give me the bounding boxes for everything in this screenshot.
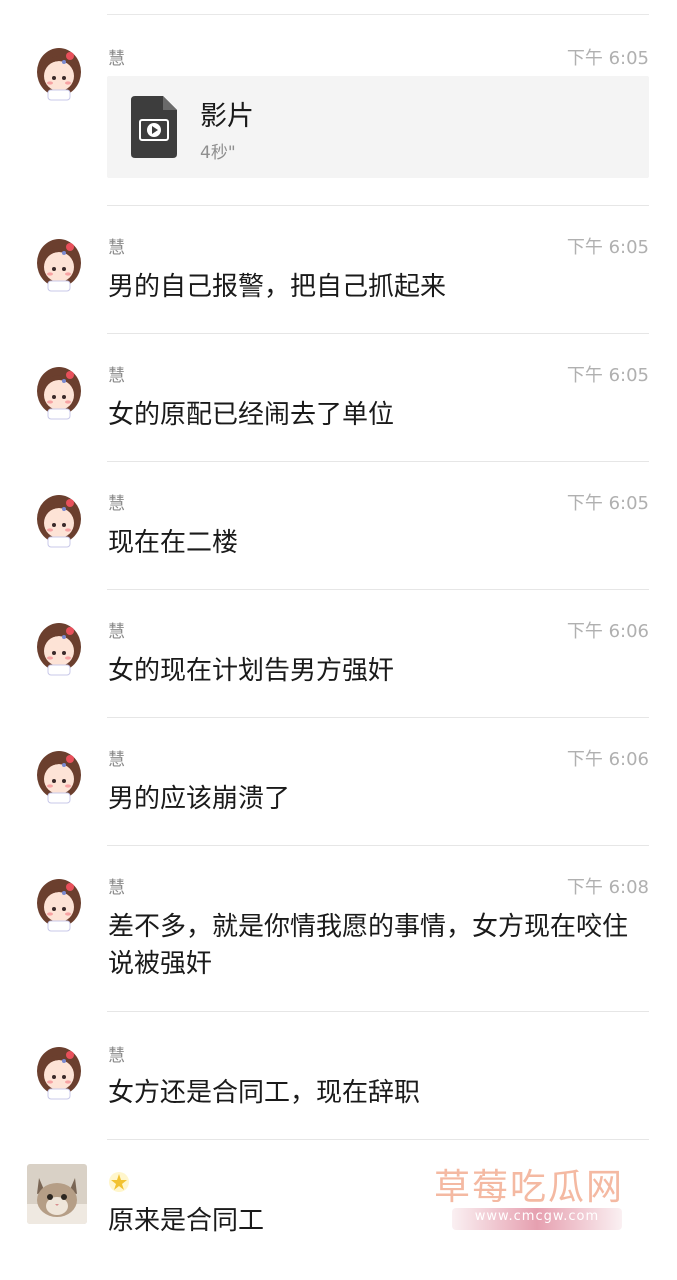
sender-name: 慧 xyxy=(108,622,125,642)
sender-name: 慧 xyxy=(108,1046,125,1066)
watermark-url: www.cmcgw.com xyxy=(474,1209,600,1224)
watermark: 草莓吃瓜网 www.cmcgw.com xyxy=(422,1158,652,1238)
girl-avatar-icon[interactable] xyxy=(34,42,84,102)
message-text[interactable]: 女的原配已经闹去了单位 xyxy=(108,397,648,434)
sender-name: 慧 xyxy=(108,494,125,514)
message-text[interactable]: 男的应该崩溃了 xyxy=(108,781,648,818)
message-item[interactable]: 慧 下午 6:08 差不多，就是你情我愿的事情，女方现在咬住说被强奸 xyxy=(0,845,677,1011)
message-item[interactable]: 慧 下午 6:05 影片 4秒" xyxy=(0,0,677,205)
message-item[interactable]: 慧 下午 6:06 女的现在计划告男方强奸 xyxy=(0,589,677,717)
girl-avatar-icon[interactable] xyxy=(34,489,84,549)
girl-avatar-icon[interactable] xyxy=(34,361,84,421)
video-attachment[interactable]: 影片 4秒" xyxy=(107,76,649,178)
girl-avatar-icon[interactable] xyxy=(34,745,84,805)
message-time: 下午 6:05 xyxy=(566,237,649,258)
video-duration: 4秒" xyxy=(200,143,236,163)
message-text[interactable]: 女方还是合同工，现在辞职 xyxy=(108,1075,648,1112)
message-item[interactable]: 慧 下午 6:05 男的自己报警，把自己抓起来 xyxy=(0,205,677,333)
video-file-icon xyxy=(131,96,177,158)
message-text[interactable]: 男的自己报警，把自己抓起来 xyxy=(108,269,648,306)
sender-name: 慧 xyxy=(108,238,125,258)
message-time: 下午 6:06 xyxy=(566,749,649,770)
message-time: 下午 6:06 xyxy=(566,621,649,642)
message-item[interactable]: 慧 下午 6:06 男的应该崩溃了 xyxy=(0,717,677,845)
message-text[interactable]: 女的现在计划告男方强奸 xyxy=(108,653,648,690)
message-time: 下午 6:05 xyxy=(566,493,649,514)
message-item[interactable]: 慧 下午 6:05 女的原配已经闹去了单位 xyxy=(0,333,677,461)
cat-avatar-icon[interactable] xyxy=(27,1164,87,1224)
sender-name: 慧 xyxy=(108,49,125,69)
message-item[interactable]: 慧 女方还是合同工，现在辞职 xyxy=(0,1011,677,1139)
star-badge-icon xyxy=(109,1172,129,1192)
sender-name: 慧 xyxy=(108,366,125,386)
sender-name: 慧 xyxy=(108,750,125,770)
girl-avatar-icon[interactable] xyxy=(34,617,84,677)
sender-name: 慧 xyxy=(108,878,125,898)
message-text[interactable]: 差不多，就是你情我愿的事情，女方现在咬住说被强奸 xyxy=(108,909,638,983)
girl-avatar-icon[interactable] xyxy=(34,873,84,933)
message-text[interactable]: 现在在二楼 xyxy=(108,525,648,562)
girl-avatar-icon[interactable] xyxy=(34,1041,84,1101)
message-time: 下午 6:05 xyxy=(566,48,649,69)
message-item[interactable]: 慧 下午 6:05 现在在二楼 xyxy=(0,461,677,589)
message-time: 下午 6:08 xyxy=(566,877,649,898)
video-title: 影片 xyxy=(200,101,254,132)
girl-avatar-icon[interactable] xyxy=(34,233,84,293)
message-time: 下午 6:05 xyxy=(566,365,649,386)
watermark-title: 草莓吃瓜网 xyxy=(434,1167,625,1208)
